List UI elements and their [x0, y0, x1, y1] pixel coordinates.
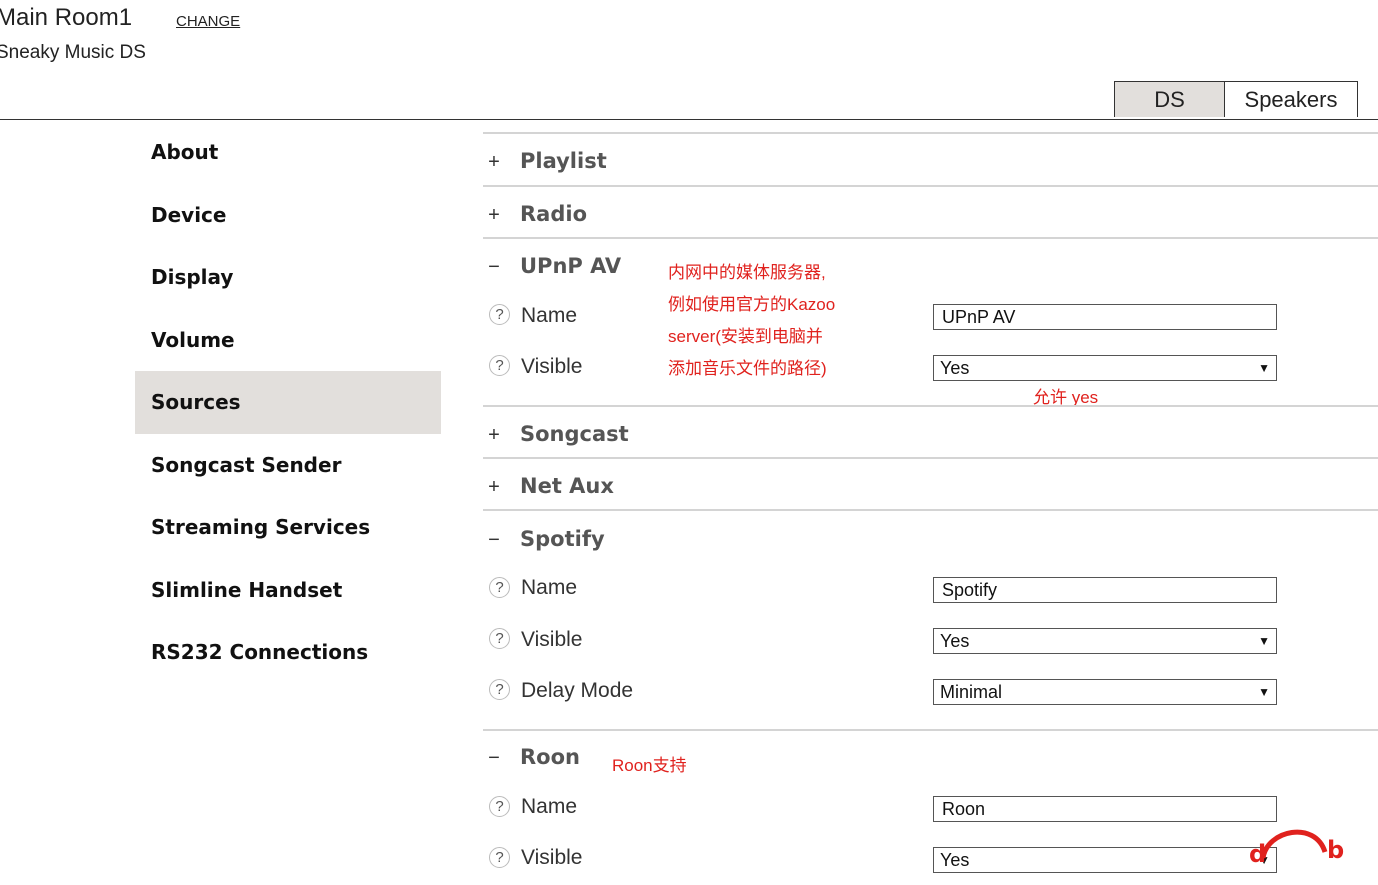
section-divider: [483, 729, 1378, 731]
sidebar-item-slimline-handset[interactable]: Slimline Handset: [135, 559, 441, 622]
sidebar-item-rs232-connections[interactable]: RS232 Connections: [135, 621, 441, 684]
upnp-visible-label: Visible: [521, 355, 583, 378]
chevron-down-icon: ▼: [1258, 361, 1270, 375]
tab-bar: DS Speakers: [1114, 81, 1358, 118]
collapse-icon[interactable]: −: [486, 256, 502, 279]
roon-name-input[interactable]: [933, 796, 1277, 822]
sidebar: About Device Display Volume Sources Song…: [135, 121, 441, 684]
annotation-upnp-line2: 例如使用官方的Kazoo: [668, 295, 836, 314]
select-value: Yes: [940, 630, 970, 651]
section-divider: [483, 237, 1378, 239]
section-divider: [483, 457, 1378, 459]
sidebar-item-songcast-sender[interactable]: Songcast Sender: [135, 434, 441, 497]
help-circle-icon[interactable]: ?: [489, 304, 510, 325]
collapse-icon[interactable]: −: [486, 529, 502, 552]
spotify-name-input[interactable]: [933, 577, 1277, 603]
help-circle-icon[interactable]: ?: [489, 577, 510, 598]
spotify-name-label: Name: [521, 576, 578, 599]
spotify-delay-mode-label: Delay Mode: [521, 679, 634, 702]
tab-ds[interactable]: DS: [1114, 81, 1225, 117]
roon-visible-select[interactable]: Yes ▼: [933, 847, 1277, 873]
annotation-upnp-line3: server(安装到电脑并: [668, 327, 823, 346]
change-room-link[interactable]: CHANGE: [176, 13, 240, 30]
section-divider: [483, 509, 1378, 511]
sidebar-item-streaming-services[interactable]: Streaming Services: [135, 496, 441, 559]
upnp-name-input[interactable]: [933, 304, 1277, 330]
select-value: Minimal: [940, 681, 1003, 702]
section-divider: [483, 132, 1378, 134]
annotation-upnp-line1: 内网中的媒体服务器,: [668, 263, 826, 282]
section-title-spotify[interactable]: Spotify: [520, 527, 605, 551]
room-name: Main Room1: [0, 4, 133, 31]
upnp-visible-select[interactable]: Yes ▼: [933, 355, 1277, 381]
section-title-playlist[interactable]: Playlist: [520, 149, 607, 173]
help-circle-icon[interactable]: ?: [489, 355, 510, 376]
svg-text:b: b: [1327, 836, 1344, 864]
svg-text:d: d: [1249, 840, 1266, 868]
select-value: Yes: [940, 357, 970, 378]
annotation-upnp-line4: 添加音乐文件的路径): [668, 359, 827, 378]
spotify-delay-mode-select[interactable]: Minimal ▼: [933, 679, 1277, 705]
help-circle-icon[interactable]: ?: [489, 679, 510, 700]
expand-icon[interactable]: +: [486, 476, 502, 499]
section-title-songcast[interactable]: Songcast: [520, 422, 629, 446]
roon-name-label: Name: [521, 795, 578, 818]
select-value: Yes: [940, 849, 970, 870]
expand-icon[interactable]: +: [486, 151, 502, 174]
section-divider: [483, 405, 1378, 407]
expand-icon[interactable]: +: [486, 424, 502, 447]
section-title-net-aux[interactable]: Net Aux: [520, 474, 614, 498]
roon-visible-label: Visible: [521, 846, 583, 869]
chevron-down-icon: ▼: [1258, 634, 1270, 648]
sidebar-item-volume[interactable]: Volume: [135, 309, 441, 372]
chevron-down-icon: ▼: [1258, 685, 1270, 699]
header-divider: [0, 119, 1378, 120]
section-divider: [483, 185, 1378, 187]
spotify-visible-select[interactable]: Yes ▼: [933, 628, 1277, 654]
sidebar-item-device[interactable]: Device: [135, 184, 441, 247]
expand-icon[interactable]: +: [486, 204, 502, 227]
annotation-roon-support: Roon支持: [612, 756, 687, 775]
collapse-icon[interactable]: −: [486, 747, 502, 770]
help-circle-icon[interactable]: ?: [489, 847, 510, 868]
spotify-visible-label: Visible: [521, 628, 583, 651]
section-title-roon[interactable]: Roon: [520, 745, 580, 769]
sidebar-item-about[interactable]: About: [135, 121, 441, 184]
sidebar-item-display[interactable]: Display: [135, 246, 441, 309]
section-title-radio[interactable]: Radio: [520, 202, 587, 226]
sidebar-item-sources[interactable]: Sources: [135, 371, 441, 434]
headphone-logo-icon: d b: [1249, 829, 1344, 868]
section-title-upnp-av[interactable]: UPnP AV: [520, 254, 621, 278]
help-circle-icon[interactable]: ?: [489, 796, 510, 817]
help-circle-icon[interactable]: ?: [489, 628, 510, 649]
upnp-name-label: Name: [521, 304, 578, 327]
device-name: Sneaky Music DS: [0, 42, 146, 63]
tab-speakers[interactable]: Speakers: [1225, 81, 1358, 117]
